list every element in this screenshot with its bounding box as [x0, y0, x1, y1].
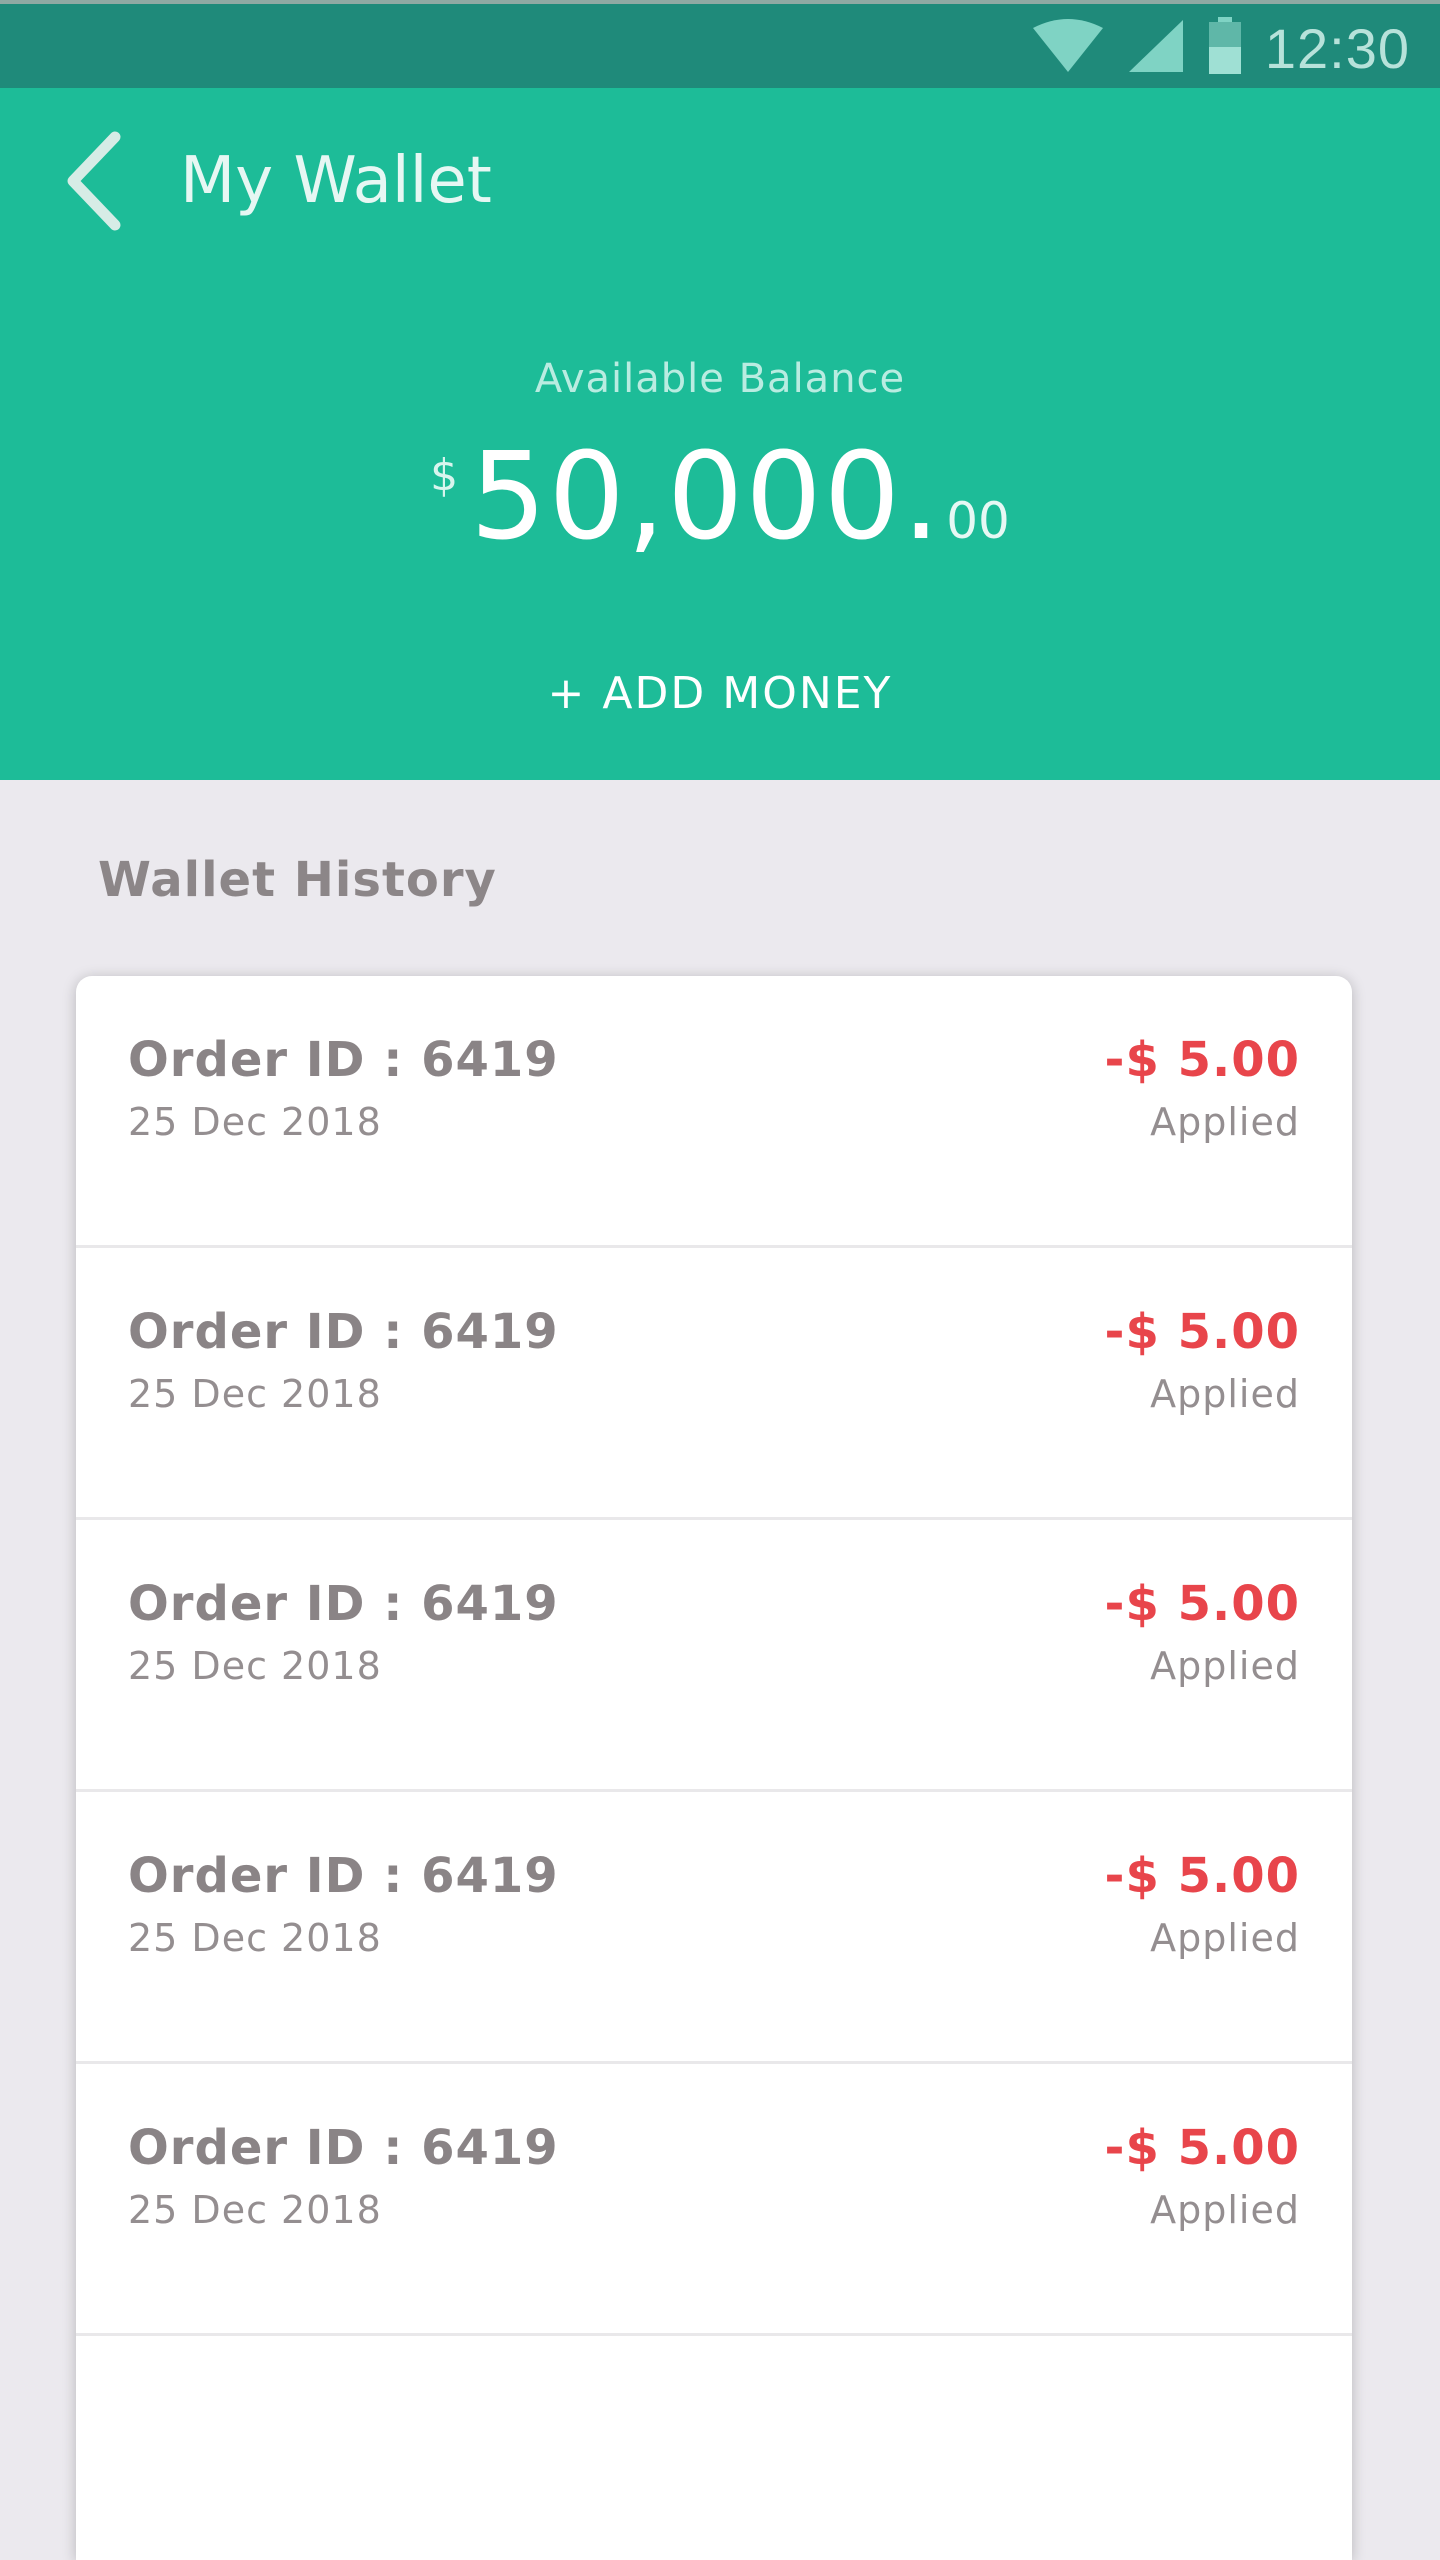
- wallet-history-list: Order ID : 6419 25 Dec 2018 -$ 5.00 Appl…: [76, 976, 1352, 2560]
- wallet-history-title: Wallet History: [98, 852, 497, 908]
- battery-icon: [1207, 17, 1243, 79]
- balance-label: Available Balance: [534, 356, 906, 402]
- balance-whole: 50,000.: [470, 428, 943, 567]
- balance-currency: $: [430, 450, 459, 501]
- signal-icon: [1127, 18, 1185, 78]
- order-id: Order ID : 6419: [128, 1576, 559, 1632]
- status-time: 12:30: [1264, 16, 1410, 80]
- order-status: Applied: [1150, 1644, 1300, 1688]
- chevron-left-icon: [63, 131, 127, 235]
- add-money-button[interactable]: + ADD MONEY: [0, 668, 1440, 719]
- order-date: 25 Dec 2018: [128, 1100, 382, 1144]
- order-amount: -$ 5.00: [1104, 1576, 1300, 1632]
- list-item[interactable]: Order ID : 6419 25 Dec 2018 -$ 5.00 Appl…: [76, 1248, 1352, 1520]
- order-date: 25 Dec 2018: [128, 1644, 382, 1688]
- order-id: Order ID : 6419: [128, 1304, 559, 1360]
- wifi-icon: [1031, 18, 1105, 78]
- order-id: Order ID : 6419: [128, 1848, 559, 1904]
- balance-amount: $50,000.00: [0, 428, 1440, 567]
- order-amount: -$ 5.00: [1104, 1304, 1300, 1360]
- order-id: Order ID : 6419: [128, 2120, 559, 2176]
- order-status: Applied: [1150, 1100, 1300, 1144]
- page-title: My Wallet: [180, 144, 492, 218]
- order-status: Applied: [1150, 2188, 1300, 2232]
- order-status: Applied: [1150, 1372, 1300, 1416]
- order-id: Order ID : 6419: [128, 1032, 559, 1088]
- order-date: 25 Dec 2018: [128, 1916, 382, 1960]
- status-bar: 12:30: [0, 0, 1440, 88]
- back-button[interactable]: [50, 128, 140, 238]
- order-date: 25 Dec 2018: [128, 1372, 382, 1416]
- order-amount: -$ 5.00: [1104, 1032, 1300, 1088]
- order-amount: -$ 5.00: [1104, 1848, 1300, 1904]
- order-date: 25 Dec 2018: [128, 2188, 382, 2232]
- order-amount: -$ 5.00: [1104, 2120, 1300, 2176]
- wallet-header: My Wallet Available Balance $50,000.00 +…: [0, 88, 1440, 780]
- order-status: Applied: [1150, 1916, 1300, 1960]
- list-item[interactable]: Order ID : 6419 25 Dec 2018 -$ 5.00 Appl…: [76, 1520, 1352, 1792]
- balance-cents: 00: [946, 492, 1010, 550]
- list-item[interactable]: Order ID : 6419 25 Dec 2018 -$ 5.00 Appl…: [76, 976, 1352, 1248]
- status-icons: 12:30: [1031, 10, 1410, 86]
- list-item[interactable]: Order ID : 6419 25 Dec 2018 -$ 5.00 Appl…: [76, 1792, 1352, 2064]
- list-item[interactable]: Order ID : 6419 25 Dec 2018 -$ 5.00 Appl…: [76, 2064, 1352, 2336]
